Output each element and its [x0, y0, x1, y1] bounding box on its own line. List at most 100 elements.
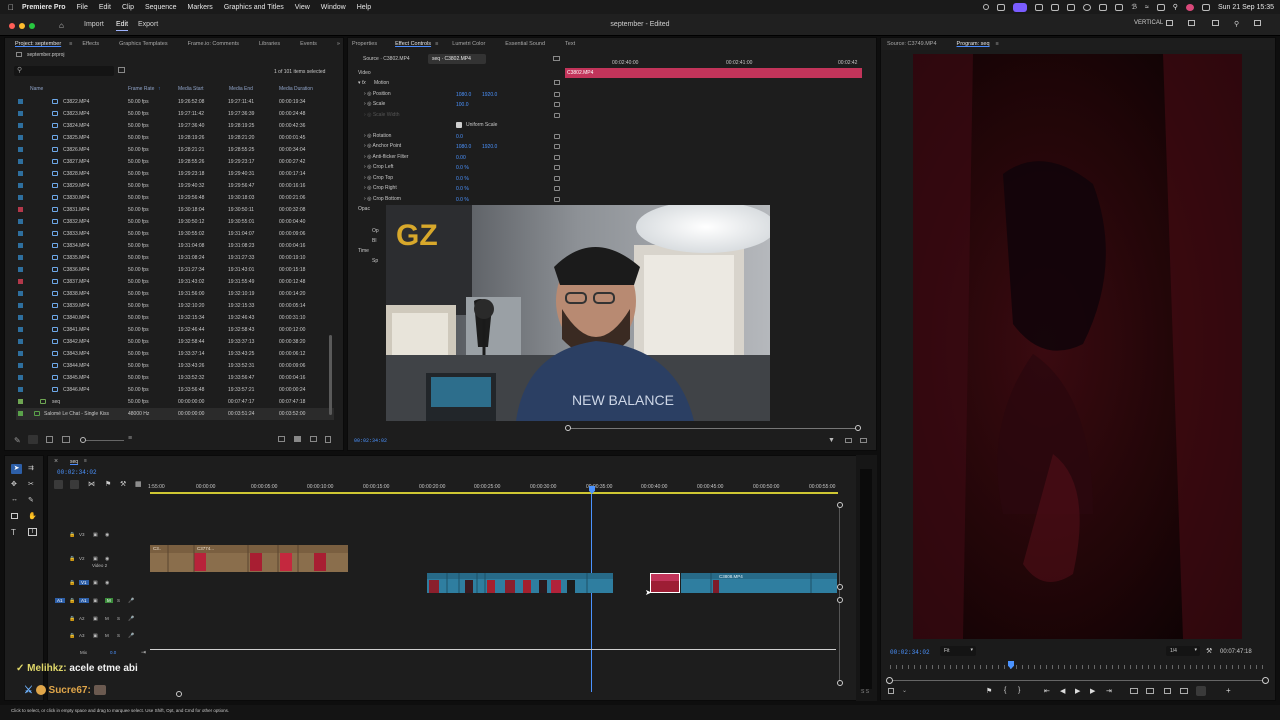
move-tool-icon[interactable]: ✥ [11, 480, 17, 488]
battery-icon[interactable] [1115, 3, 1124, 11]
timeline-vertical-scrollbar[interactable] [837, 500, 843, 688]
reset-icon[interactable] [554, 113, 560, 118]
project-item-row[interactable]: C3834.MP4 50.00 fps 19:31:04:08 19:31:08:23… [16, 240, 334, 252]
workspace-icon[interactable] [1166, 20, 1173, 26]
column-media-duration[interactable]: Media Duration [279, 86, 313, 92]
apple-icon[interactable]:  [8, 3, 14, 12]
mark-out-icon[interactable]: } [1018, 687, 1020, 694]
sync-lock-icon[interactable]: ▣ [93, 580, 98, 586]
motion-reset-icon[interactable] [554, 80, 560, 85]
fit-dropdown[interactable]: Fit ▾ [940, 646, 976, 656]
reset-icon[interactable] [554, 186, 560, 191]
track-label-a2[interactable]: A2 [79, 616, 85, 621]
menu-window[interactable]: Window [321, 4, 346, 11]
label-color-swatch[interactable] [18, 171, 23, 176]
ec-hidden-row[interactable]: Op [372, 228, 379, 238]
wrench-icon[interactable]: ⚒ [120, 480, 126, 488]
column-name[interactable]: Name [30, 86, 43, 92]
label-color-swatch[interactable] [18, 111, 23, 116]
pencil-icon[interactable]: ✎ [14, 436, 21, 445]
label-color-swatch[interactable] [18, 135, 23, 140]
lift-icon[interactable] [1130, 688, 1138, 694]
vscroll-audio-handle[interactable] [837, 597, 843, 603]
lock-icon[interactable]: 🔒 [69, 633, 75, 639]
comparison-view-icon[interactable] [1180, 688, 1188, 694]
window-icon[interactable] [1067, 3, 1076, 11]
program-ruler[interactable] [890, 665, 1266, 669]
razor-tool-icon[interactable]: ✂ [28, 480, 34, 488]
vscroll-top-handle[interactable] [837, 502, 843, 508]
ec-property-row[interactable]: › ◎ Anchor Point [364, 143, 401, 153]
tab-properties[interactable]: Properties [352, 41, 377, 47]
ec-value-1[interactable]: 0.0 [456, 134, 463, 140]
mute-button[interactable]: M [105, 616, 109, 621]
track-select-tool-icon[interactable]: ⇉ [28, 464, 34, 472]
vscroll-track[interactable] [839, 508, 840, 682]
nest-icon[interactable] [54, 480, 63, 489]
ec-scroll-right-handle[interactable] [855, 425, 861, 431]
label-color-swatch[interactable] [18, 99, 23, 104]
ec-hidden-row[interactable]: Opac [358, 206, 370, 216]
tab-lumetri-color[interactable]: Lumetri Color [452, 41, 485, 47]
play-icon[interactable] [1083, 3, 1092, 11]
sync-lock-icon[interactable]: ▣ [93, 598, 98, 604]
timeline-timecode[interactable]: 00:02:34:02 [57, 469, 97, 476]
menu-icon[interactable]: ≡ [435, 41, 438, 47]
menu-clip[interactable]: Clip [122, 4, 134, 11]
tab-program[interactable]: Program: seq [957, 41, 990, 47]
solo-button[interactable]: S [117, 616, 120, 621]
ec-value-1[interactable]: 0.00 [456, 155, 466, 161]
proxy-toggle-icon[interactable] [1196, 686, 1206, 696]
v1-clip-group-2[interactable]: C3808.MP4 [681, 573, 837, 593]
zoom-right-handle[interactable] [1262, 677, 1269, 684]
type-tool-icon[interactable]: T [11, 528, 16, 537]
display-icon[interactable] [997, 3, 1006, 11]
sort-ascending-icon[interactable]: ↑ [158, 86, 161, 92]
safe-margins-icon[interactable] [888, 688, 894, 694]
sync-lock-icon[interactable]: ▣ [93, 556, 98, 562]
label-color-swatch[interactable] [18, 315, 23, 320]
ec-clip-bar[interactable]: C3802.MP4 [565, 68, 862, 78]
search-icon[interactable]: ⚲ [1234, 20, 1239, 28]
menu-help[interactable]: Help [357, 4, 371, 11]
label-color-swatch[interactable] [18, 219, 23, 224]
microphone-icon[interactable]: 🎤 [128, 616, 134, 622]
source-clip-label[interactable]: Source · C3802.MP4 [363, 56, 410, 62]
label-color-swatch[interactable] [18, 339, 23, 344]
track-label-v3[interactable]: V3 [79, 532, 85, 537]
control-center-icon[interactable] [1156, 3, 1165, 11]
go-to-end-icon[interactable]: ⇥ [141, 649, 146, 656]
step-back-icon[interactable]: ◀ [1060, 687, 1065, 695]
label-color-swatch[interactable] [18, 375, 23, 380]
ec-property-row[interactable]: › ◎ Crop Right [364, 185, 397, 195]
meter-solo-icon[interactable]: S S [861, 689, 869, 695]
microphone-icon[interactable]: 🎤 [128, 633, 134, 639]
rectangle-tool-icon[interactable] [11, 513, 18, 519]
program-scrub-bar[interactable] [890, 680, 1266, 681]
lock-icon[interactable]: 🔒 [69, 556, 75, 562]
label-color-swatch[interactable] [18, 399, 23, 404]
ec-export-icon[interactable] [845, 438, 852, 443]
column-frame-rate[interactable]: Frame Rate [128, 86, 154, 92]
label-color-swatch[interactable] [18, 123, 23, 128]
project-item-row[interactable]: C3822.MP4 50.00 fps 19:26:52:08 19:27:11:41… [16, 96, 334, 108]
ec-timecode[interactable]: 00:02:34:02 [354, 438, 387, 444]
ec-property-row[interactable]: › ◎ Crop Top [364, 175, 393, 185]
project-item-row[interactable]: C3829.MP4 50.00 fps 19:29:40:32 19:29:56:47… [16, 180, 334, 192]
icon-view-icon[interactable] [46, 436, 53, 443]
ec-scroll-left-handle[interactable] [565, 425, 571, 431]
close-sequence-icon[interactable]: × [54, 458, 58, 465]
label-color-swatch[interactable] [18, 243, 23, 248]
project-item-row[interactable]: C3828.MP4 50.00 fps 19:29:23:18 19:29:40:31… [16, 168, 334, 180]
label-color-swatch[interactable] [18, 195, 23, 200]
label-color-swatch[interactable] [18, 279, 23, 284]
label-color-swatch[interactable] [18, 255, 23, 260]
project-item-row[interactable]: C3844.MP4 50.00 fps 19:33:43:26 19:33:52:31… [16, 360, 334, 372]
ec-hidden-row[interactable]: Time [358, 248, 369, 258]
label-color-swatch[interactable] [18, 411, 23, 416]
project-item-row[interactable]: C3839.MP4 50.00 fps 19:32:10:20 19:32:15:33… [16, 300, 334, 312]
step-forward-icon[interactable]: ▶ [1090, 687, 1095, 695]
wrench-icon[interactable]: ⚒ [1206, 647, 1212, 655]
avatar[interactable] [1185, 3, 1194, 11]
text-box-tool-icon[interactable]: T [28, 528, 37, 536]
